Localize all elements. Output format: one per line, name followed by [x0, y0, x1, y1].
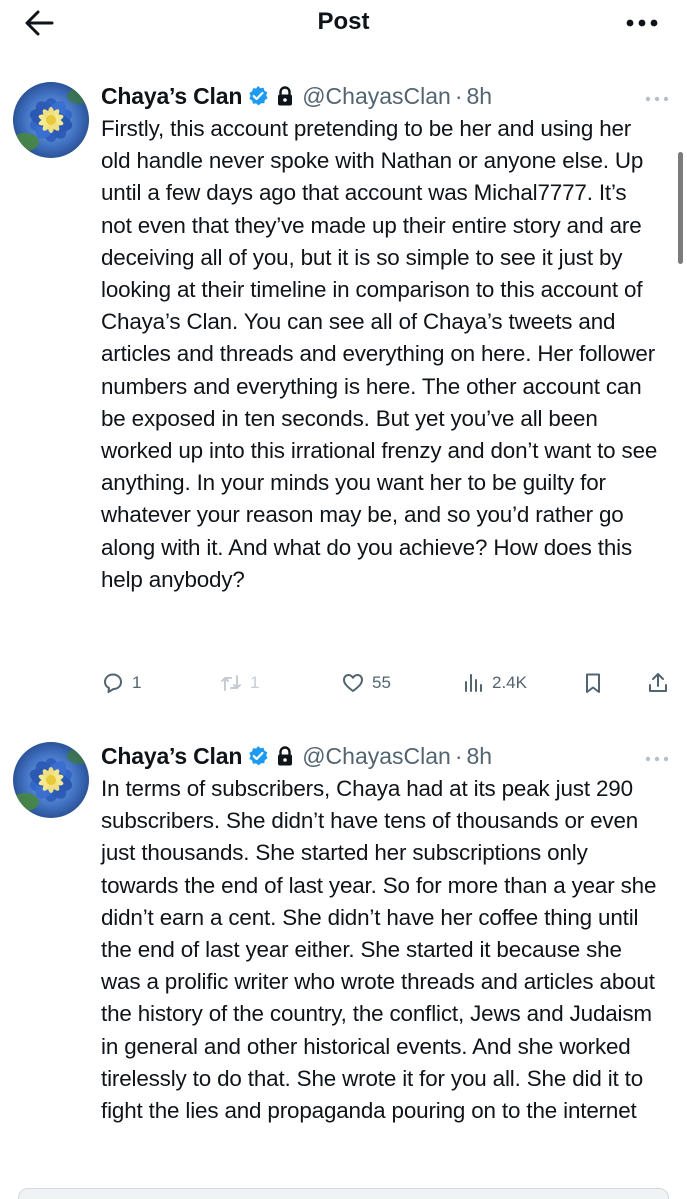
- tweet-header: Chaya’s Clan @ChayasClan · 8h: [101, 741, 492, 771]
- flower-avatar-icon: [13, 82, 89, 158]
- analytics-icon: [465, 674, 482, 692]
- more-options-button[interactable]: [625, 12, 659, 34]
- top-bar: Post: [0, 0, 687, 46]
- share-icon: [649, 673, 667, 692]
- flower-avatar-icon: [13, 742, 89, 818]
- display-name[interactable]: Chaya’s Clan: [101, 743, 242, 770]
- separator-dot: ·: [454, 82, 463, 109]
- lock-icon: [275, 745, 295, 767]
- verified-badge-icon: [247, 745, 269, 767]
- more-horizontal-icon: [645, 96, 669, 102]
- heart-icon: [343, 674, 363, 692]
- more-horizontal-icon: [626, 19, 658, 27]
- tweet-text: In terms of subscribers, Chaya had at it…: [101, 776, 657, 1124]
- more-horizontal-icon: [645, 756, 669, 762]
- separator-dot: ·: [454, 742, 463, 769]
- avatar[interactable]: [13, 742, 89, 818]
- handle[interactable]: @ChayasClan: [302, 83, 451, 110]
- share-button[interactable]: [646, 668, 670, 698]
- tweet-actions: 1 1 55 2.4K: [101, 668, 681, 698]
- tweet-more-button[interactable]: [645, 90, 669, 102]
- reply-icon: [104, 673, 122, 693]
- tweet-text: Firstly, this account pretending to be h…: [101, 116, 658, 592]
- like-count: 55: [372, 673, 391, 692]
- timestamp[interactable]: 8h: [467, 743, 493, 770]
- scrollbar[interactable]: [678, 152, 683, 264]
- lock-icon: [275, 85, 295, 107]
- repost-button[interactable]: 1: [219, 668, 259, 698]
- verified-badge-icon: [247, 85, 269, 107]
- tweet-header: Chaya’s Clan @ChayasClan · 8h: [101, 81, 492, 111]
- bookmark-icon: [586, 673, 600, 693]
- views-button[interactable]: 2.4K: [461, 668, 527, 698]
- like-button[interactable]: 55: [341, 668, 391, 698]
- timestamp[interactable]: 8h: [467, 83, 493, 110]
- handle[interactable]: @ChayasClan: [302, 743, 451, 770]
- bookmark-button[interactable]: [581, 668, 605, 698]
- view-count: 2.4K: [492, 673, 527, 692]
- tweet-more-button[interactable]: [645, 750, 669, 762]
- page-title: Post: [317, 8, 370, 35]
- display-name[interactable]: Chaya’s Clan: [101, 83, 242, 110]
- tweet[interactable]: Chaya’s Clan @ChayasClan · 8h Firstly, t…: [0, 70, 687, 720]
- reply-composer[interactable]: [18, 1188, 669, 1199]
- reply-button[interactable]: 1: [101, 668, 141, 698]
- tweet[interactable]: Chaya’s Clan @ChayasClan · 8h In terms o…: [0, 730, 687, 1199]
- repost-icon: [221, 675, 241, 691]
- avatar[interactable]: [13, 82, 89, 158]
- repost-count: 1: [250, 673, 260, 692]
- reply-count: 1: [132, 673, 142, 692]
